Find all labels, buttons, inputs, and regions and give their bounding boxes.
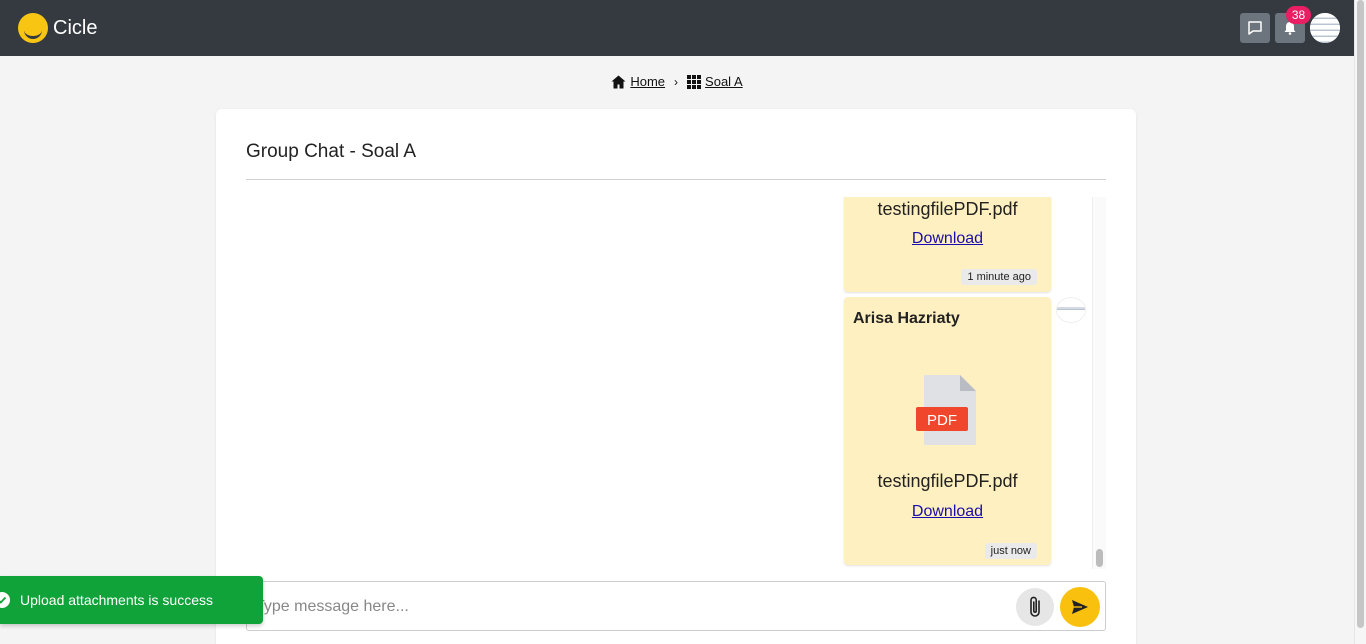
message-timestamp: just now (984, 543, 1037, 559)
breadcrumb-home-label: Home (630, 74, 666, 89)
chat-title: Group Chat - Soal A (246, 141, 417, 162)
breadcrumb-soal-a[interactable]: Soal A (687, 74, 743, 89)
message-bubble: Arisa Hazriaty PDF testingfilePDF.pdf Do… (844, 297, 1051, 565)
attachment-file-name: testingfilePDF.pdf (877, 199, 1018, 219)
paperclip-icon (1030, 596, 1040, 617)
download-link[interactable]: Download (844, 230, 1051, 248)
avatar-image (1057, 298, 1085, 322)
group-chat-card: Group Chat - Soal A testingfilePDF.pdf D… (216, 109, 1136, 644)
message-input[interactable] (255, 592, 1005, 622)
chat-scrollbar[interactable] (1092, 197, 1106, 569)
grid-icon (687, 74, 702, 89)
message-bubble: testingfilePDF.pdf Download 1 minute ago (844, 197, 1051, 292)
attach-button[interactable] (1016, 588, 1054, 626)
breadcrumb-separator: › (674, 74, 679, 89)
pdf-file-icon: PDF (916, 375, 976, 445)
cicle-logo-icon (18, 13, 48, 43)
toast-message: Upload attachments is success (20, 592, 213, 608)
chat-scroll-thumb[interactable] (1096, 549, 1103, 567)
user-avatar[interactable] (1310, 13, 1340, 43)
avatar-image (1310, 13, 1340, 43)
notification-count-badge: 38 (1286, 6, 1311, 24)
message-composer (246, 581, 1106, 631)
send-button[interactable] (1060, 587, 1100, 627)
breadcrumb-soal-a-label: Soal A (705, 74, 743, 89)
send-icon (1072, 600, 1088, 614)
chat-button[interactable] (1240, 13, 1270, 43)
chat-messages-area[interactable]: testingfilePDF.pdf Download 1 minute ago… (246, 197, 1106, 569)
sender-avatar[interactable] (1056, 297, 1086, 323)
top-navbar: Cicle 38 (0, 0, 1354, 56)
app-logo[interactable]: Cicle (18, 13, 97, 43)
upload-success-toast[interactable]: Upload attachments is success (0, 576, 263, 624)
pdf-icon-label: PDF (927, 412, 957, 429)
chat-bubble-icon (1248, 21, 1262, 35)
page-scroll-thumb[interactable] (1357, 0, 1364, 628)
home-icon (611, 75, 626, 88)
breadcrumb-home[interactable]: Home (611, 74, 665, 89)
title-divider (246, 179, 1106, 180)
app-name: Cicle (53, 16, 98, 39)
message-timestamp: 1 minute ago (961, 269, 1037, 285)
check-circle-icon (0, 592, 10, 608)
message-sender: Arisa Hazriaty (853, 310, 960, 327)
breadcrumb: Home › Soal A (0, 74, 1354, 89)
attachment-file-name: testingfilePDF.pdf (877, 471, 1018, 491)
download-link[interactable]: Download (844, 503, 1051, 521)
page-scrollbar[interactable] (1354, 0, 1366, 644)
